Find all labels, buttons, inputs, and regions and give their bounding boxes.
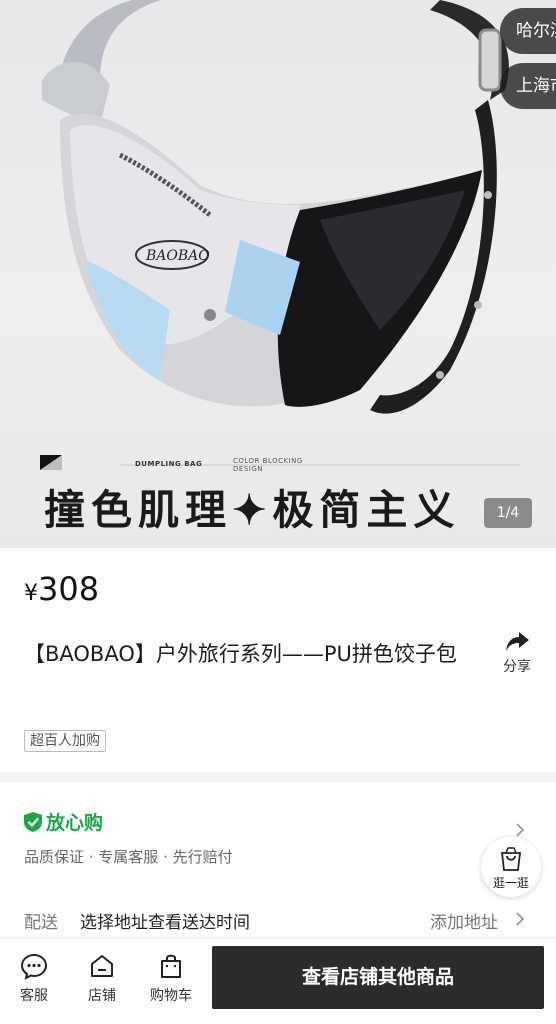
- price-value: 308: [38, 570, 100, 608]
- price: ¥308: [24, 570, 99, 608]
- location-pill-1[interactable]: 哈尔滨: [500, 8, 556, 54]
- cart-bag-icon: [161, 954, 181, 978]
- chevron-right-icon[interactable]: [514, 911, 526, 927]
- cart-button[interactable]: 购物车: [146, 952, 196, 1005]
- browse-label: 逛一逛: [492, 876, 529, 890]
- browse-floating-button[interactable]: 逛一逛: [481, 837, 541, 897]
- share-button[interactable]: 分享: [494, 630, 540, 676]
- add-address-link[interactable]: 添加地址: [430, 908, 498, 933]
- bag-logo-text: BAOBAO: [145, 248, 210, 264]
- section-divider: [0, 772, 556, 782]
- banner-headline: 撞色肌理✦极简主义: [44, 486, 461, 534]
- shopping-bag-icon: [500, 847, 522, 871]
- banner-subtitle: DUMPLING BAG: [135, 460, 203, 468]
- share-icon: [506, 632, 529, 651]
- bottom-action-bar: 客服 店铺 购物车 查看店铺其他商品: [0, 937, 556, 1024]
- product-title: 【BAOBAO】户外旅行系列——PU拼色饺子包: [24, 642, 457, 666]
- customer-service-button[interactable]: 客服: [9, 952, 59, 1005]
- delivery-label: 配送: [24, 913, 58, 933]
- assurance-subtitle: 品质保证 · 专属客服 · 先行赔付: [24, 848, 233, 866]
- delivery-value[interactable]: 选择地址查看送达时间: [80, 908, 250, 933]
- view-store-products-button[interactable]: 查看店铺其他商品: [212, 946, 544, 1009]
- customer-service-label: 客服: [20, 988, 48, 1004]
- banner-tagline: COLOR BLOCKING DESIGN: [233, 457, 303, 473]
- store-label: 店铺: [88, 988, 116, 1004]
- product-image-carousel[interactable]: BAOBAO DUMPLING BAG COLOR BLOCKING DESIG…: [0, 0, 556, 548]
- location-pill-2[interactable]: 上海市: [500, 63, 556, 109]
- cart-label: 购物车: [150, 988, 192, 1004]
- store-button[interactable]: 店铺: [77, 952, 127, 1005]
- assurance-section[interactable]: 放心购: [24, 808, 103, 835]
- popularity-badge: 超百人加购: [24, 730, 106, 752]
- store-icon: [91, 955, 113, 977]
- currency-symbol: ¥: [24, 581, 38, 606]
- chat-bubble-icon: [20, 953, 48, 980]
- image-counter: 1/4: [484, 498, 532, 528]
- assurance-title: 放心购: [46, 812, 104, 834]
- share-label: 分享: [503, 659, 531, 675]
- shield-check-icon: [24, 811, 42, 832]
- chevron-right-icon[interactable]: [514, 822, 526, 838]
